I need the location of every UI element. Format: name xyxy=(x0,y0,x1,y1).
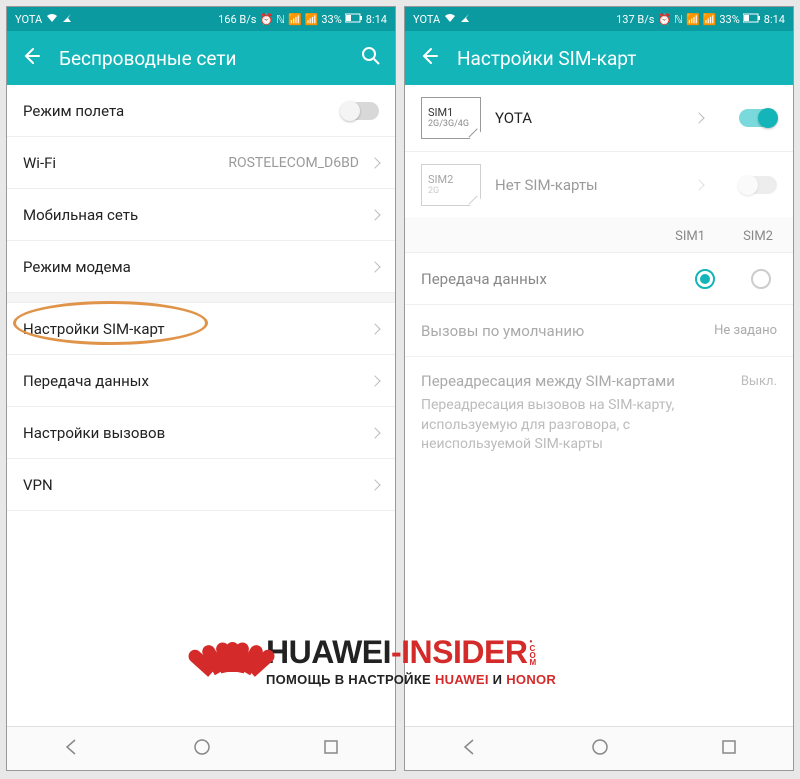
row-tethering[interactable]: Режим модема xyxy=(7,241,395,293)
row-label: Режим полета xyxy=(23,102,124,120)
sim-slot-modes: 2G xyxy=(428,187,474,196)
nfc-icon: ℕ xyxy=(674,13,683,26)
send-icon xyxy=(460,13,470,26)
settings-list: Режим полета Wi-Fi ROSTELECOM_D6BD Мобил… xyxy=(7,85,395,726)
sim-carrier: YOTA xyxy=(495,109,681,127)
radio-sim1[interactable] xyxy=(695,269,715,289)
wifi-value: ROSTELECOM_D6BD xyxy=(228,155,359,171)
nav-recent-icon[interactable] xyxy=(323,739,339,759)
chevron-right-icon xyxy=(369,479,380,490)
row-label: VPN xyxy=(23,476,53,494)
nav-home-icon[interactable] xyxy=(193,738,211,760)
row-label: Wi-Fi xyxy=(23,154,56,172)
sim-card-icon: SIM2 2G xyxy=(421,164,481,206)
signal-icon-2: 📶 xyxy=(703,13,717,26)
carrier-label: YOTA xyxy=(15,13,42,26)
col-sim1: SIM1 xyxy=(675,229,705,244)
sim-slot-name: SIM2 xyxy=(428,174,474,185)
wifi-icon xyxy=(46,13,58,26)
forwarding-value: Выкл. xyxy=(741,373,777,391)
chevron-right-icon xyxy=(693,179,704,190)
header: Настройки SIM-карт xyxy=(405,31,793,85)
signal-icon: 📶 xyxy=(686,13,700,26)
phone-sim-settings: YOTA 137 B/s ⏰ ℕ 📶 📶 33% 8:14 xyxy=(404,6,794,771)
row-label: Настройки SIM-карт xyxy=(23,320,165,338)
nav-back-icon[interactable] xyxy=(461,738,479,760)
col-sim2: SIM2 xyxy=(743,229,773,244)
carrier-label: YOTA xyxy=(413,13,440,26)
alarm-icon: ⏰ xyxy=(259,13,273,26)
row-call-settings[interactable]: Настройки вызовов xyxy=(7,407,395,459)
row-label: Передача данных xyxy=(421,270,547,288)
send-icon xyxy=(62,13,72,26)
back-icon[interactable] xyxy=(419,46,439,70)
row-label: Передача данных xyxy=(23,372,149,390)
nfc-icon: ℕ xyxy=(276,13,285,26)
row-mobile-network[interactable]: Мобильная сеть xyxy=(7,189,395,241)
radio-group xyxy=(695,269,771,289)
row-call-forwarding[interactable]: Переадресация между SIM-картами Переадре… xyxy=(405,357,793,469)
airplane-toggle[interactable] xyxy=(341,102,379,120)
sim-slot-name: SIM1 xyxy=(428,107,474,118)
row-wifi[interactable]: Wi-Fi ROSTELECOM_D6BD xyxy=(7,137,395,189)
forwarding-title: Переадресация между SIM-картами xyxy=(421,371,681,392)
row-value: Не задано xyxy=(714,323,777,338)
net-speed: 137 B/s xyxy=(616,13,654,26)
clock: 8:14 xyxy=(764,13,785,26)
sim-slot-modes: 2G/3G/4G xyxy=(428,120,474,129)
sim2-toggle xyxy=(739,176,777,194)
wifi-icon xyxy=(444,13,456,26)
row-label: Режим модема xyxy=(23,258,131,276)
chevron-right-icon xyxy=(369,323,380,334)
row-label: Вызовы по умолчанию xyxy=(421,322,584,340)
row-vpn[interactable]: VPN xyxy=(7,459,395,511)
section-divider xyxy=(7,293,395,303)
sim-carrier: Нет SIM-карты xyxy=(495,176,681,194)
net-speed: 166 B/s xyxy=(218,13,256,26)
battery-pct: 33% xyxy=(719,13,739,26)
chevron-right-icon xyxy=(369,209,380,220)
clock: 8:14 xyxy=(366,13,387,26)
nav-bar xyxy=(7,726,395,770)
nav-bar xyxy=(405,726,793,770)
chevron-right-icon xyxy=(369,375,380,386)
back-icon[interactable] xyxy=(21,46,41,70)
row-data-transfer[interactable]: Передача данных xyxy=(7,355,395,407)
chevron-right-icon xyxy=(369,157,380,168)
row-label: Мобильная сеть xyxy=(23,206,138,224)
page-title: Настройки SIM-карт xyxy=(457,47,779,70)
row-sim-settings[interactable]: Настройки SIM-карт xyxy=(7,303,395,355)
status-bar: YOTA 137 B/s ⏰ ℕ 📶 📶 33% 8:14 xyxy=(405,7,793,31)
forwarding-desc: Переадресация вызовов на SIM-карту, испо… xyxy=(421,396,681,455)
sim1-row[interactable]: SIM1 2G/3G/4G YOTA xyxy=(405,85,793,152)
phone-wireless-settings: YOTA 166 B/s ⏰ ℕ 📶 📶 33% 8:14 xyxy=(6,6,396,771)
battery-pct: 33% xyxy=(321,13,341,26)
radio-sim2[interactable] xyxy=(751,269,771,289)
row-default-calls[interactable]: Вызовы по умолчанию Не задано xyxy=(405,305,793,357)
row-airplane-mode[interactable]: Режим полета xyxy=(7,85,395,137)
chevron-right-icon xyxy=(369,261,380,272)
sim-settings-body: SIM1 2G/3G/4G YOTA SIM2 2G Нет SIM-карты… xyxy=(405,85,793,726)
signal-icon-2: 📶 xyxy=(305,13,319,26)
row-data-transfer[interactable]: Передача данных xyxy=(405,253,793,305)
battery-icon xyxy=(743,13,761,26)
status-bar: YOTA 166 B/s ⏰ ℕ 📶 📶 33% 8:14 xyxy=(7,7,395,31)
battery-icon xyxy=(345,13,363,26)
sim-card-icon: SIM1 2G/3G/4G xyxy=(421,97,481,139)
nav-home-icon[interactable] xyxy=(591,738,609,760)
sim-columns-header: SIM1 SIM2 xyxy=(405,219,793,253)
chevron-right-icon xyxy=(369,427,380,438)
header: Беспроводные сети xyxy=(7,31,395,85)
signal-icon: 📶 xyxy=(288,13,302,26)
nav-recent-icon[interactable] xyxy=(721,739,737,759)
chevron-right-icon xyxy=(693,112,704,123)
page-title: Беспроводные сети xyxy=(59,47,343,70)
sim2-row: SIM2 2G Нет SIM-карты xyxy=(405,152,793,219)
alarm-icon: ⏰ xyxy=(657,13,671,26)
sim1-toggle[interactable] xyxy=(739,109,777,127)
nav-back-icon[interactable] xyxy=(63,738,81,760)
search-icon[interactable] xyxy=(361,46,381,70)
row-label: Настройки вызовов xyxy=(23,424,165,442)
